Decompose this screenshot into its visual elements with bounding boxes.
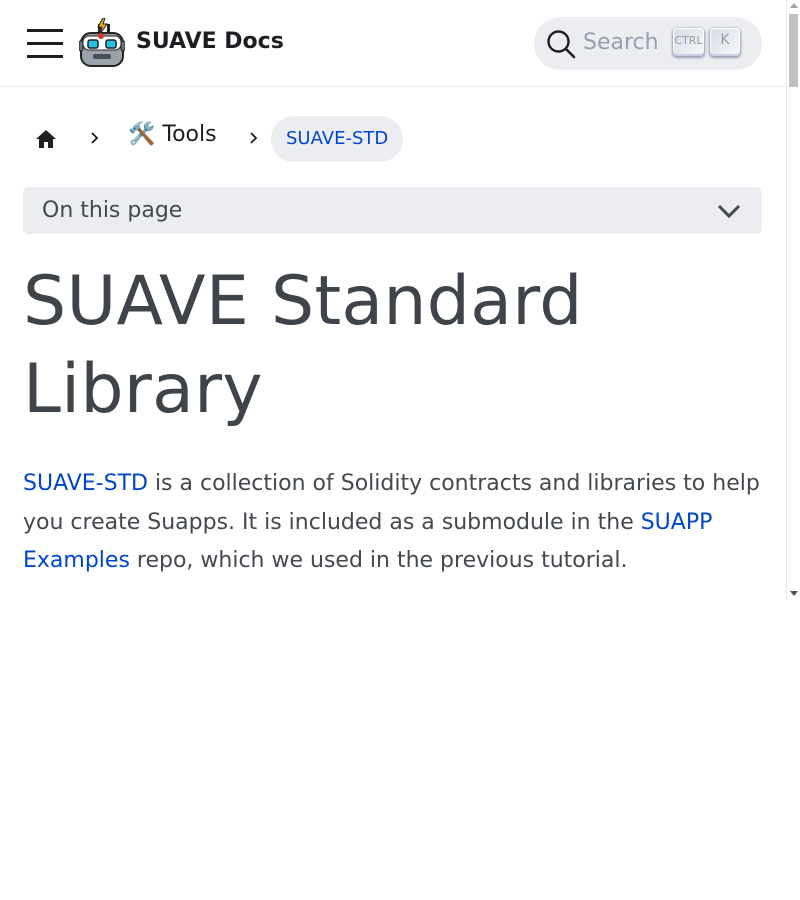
- suave-std-link[interactable]: SUAVE-STD: [23, 471, 148, 496]
- logo-link[interactable]: [78, 17, 126, 68]
- toc-collapsible[interactable]: On this page: [23, 187, 762, 234]
- paragraph-text: repo, which we used in the previous tuto…: [129, 548, 628, 573]
- k-key-hint: K: [710, 28, 740, 56]
- page-viewport: SUAVE Docs Search CTRL K 🛠️ Tools SUAVE-…: [0, 0, 786, 600]
- scroll-down-arrow-icon[interactable]: [790, 591, 798, 596]
- robot-logo-icon: [78, 17, 126, 67]
- menu-toggle-button[interactable]: [27, 28, 63, 58]
- toc-label: On this page: [42, 198, 183, 223]
- navbar: SUAVE Docs Search CTRL K: [0, 0, 786, 87]
- scrollbar-thumb[interactable]: [789, 14, 798, 87]
- chevron-right-icon: [91, 132, 99, 144]
- search-button[interactable]: Search CTRL K: [534, 17, 762, 70]
- hamburger-icon: [27, 29, 63, 58]
- breadcrumb-current: SUAVE-STD: [271, 116, 404, 162]
- chevron-right-icon: [250, 132, 258, 144]
- scroll-up-arrow-icon[interactable]: [790, 3, 798, 8]
- breadcrumb-tools[interactable]: 🛠️ Tools: [128, 122, 217, 147]
- ctrl-key-hint: CTRL: [673, 28, 704, 56]
- breadcrumb: 🛠️ Tools SUAVE-STD: [23, 115, 783, 162]
- chevron-down-icon: [717, 204, 741, 219]
- search-placeholder: Search: [583, 30, 659, 55]
- home-icon: [36, 130, 56, 148]
- page-title: SUAVE Standard Library: [23, 262, 583, 429]
- vertical-scrollbar[interactable]: [786, 0, 800, 600]
- breadcrumb-home[interactable]: [28, 121, 63, 156]
- search-icon: [547, 30, 576, 59]
- intro-paragraph: SUAVE-STD is a collection of Solidity co…: [23, 465, 768, 581]
- brand-title[interactable]: SUAVE Docs: [136, 29, 284, 54]
